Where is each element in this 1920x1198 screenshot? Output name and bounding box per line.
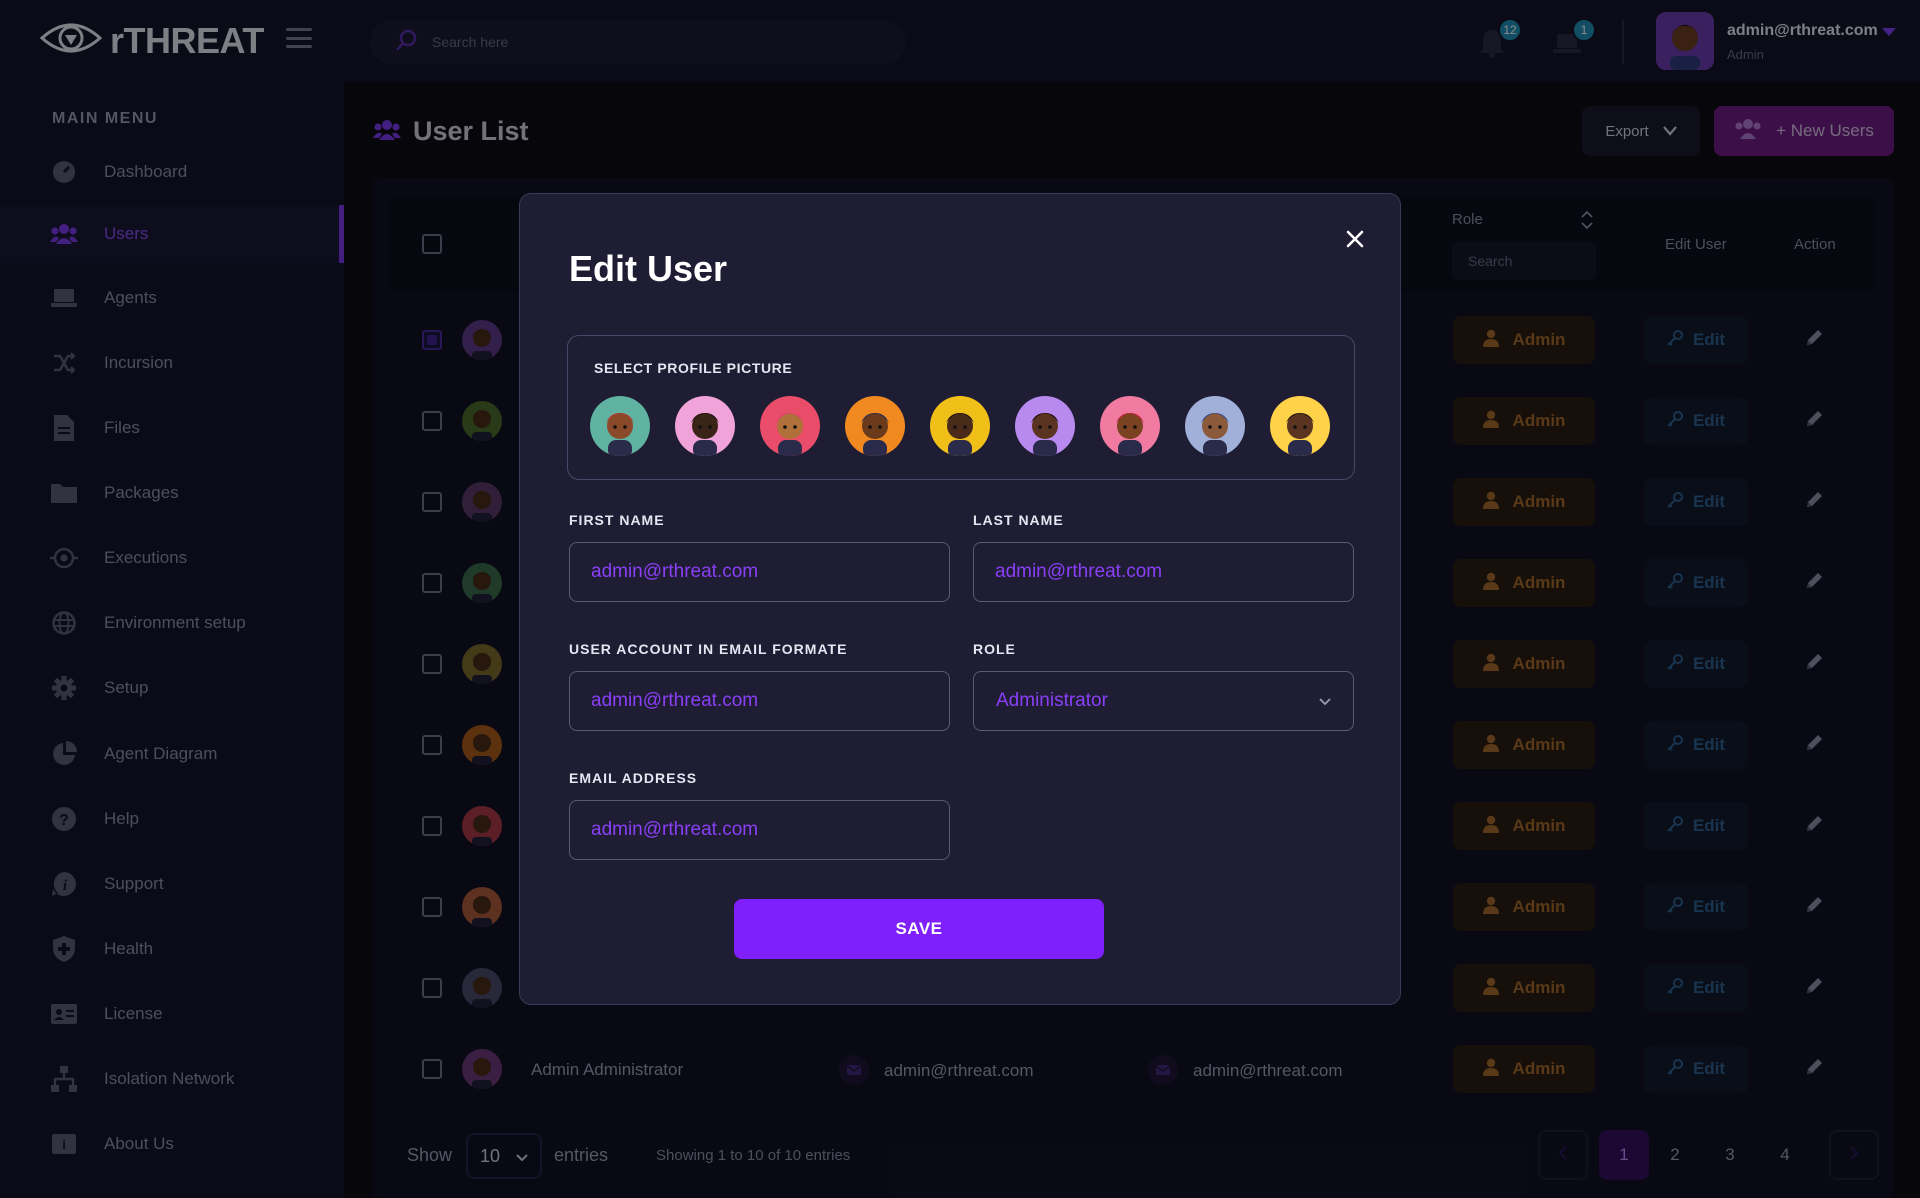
save-button[interactable]: SAVE [734, 899, 1104, 959]
account-label: USER ACCOUNT IN EMAIL FORMATE [569, 641, 848, 657]
last-name-label: LAST NAME [973, 512, 1064, 528]
close-button[interactable] [1340, 226, 1370, 256]
account-email-input[interactable] [569, 671, 950, 731]
profile-avatar-option[interactable] [1015, 396, 1075, 456]
role-select-value: Administrator [996, 690, 1108, 711]
profile-avatar-option[interactable] [590, 396, 650, 456]
avatar-options [590, 396, 1330, 456]
first-name-input[interactable] [569, 542, 950, 602]
close-icon [1346, 230, 1364, 253]
email-address-input[interactable] [569, 800, 950, 860]
first-name-label: FIRST NAME [569, 512, 665, 528]
chevron-down-icon [1319, 690, 1331, 712]
profile-picture-selector: SELECT PROFILE PICTURE [567, 335, 1355, 480]
profile-avatar-option[interactable] [760, 396, 820, 456]
email-address-label: EMAIL ADDRESS [569, 770, 698, 786]
role-select[interactable]: Administrator [973, 671, 1354, 731]
profile-avatar-option[interactable] [930, 396, 990, 456]
profile-avatar-option[interactable] [845, 396, 905, 456]
last-name-input[interactable] [973, 542, 1354, 602]
profile-avatar-option[interactable] [675, 396, 735, 456]
modal-title: Edit User [569, 248, 728, 289]
profile-avatar-option[interactable] [1185, 396, 1245, 456]
profile-avatar-option[interactable] [1270, 396, 1330, 456]
profile-avatar-option[interactable] [1100, 396, 1160, 456]
edit-user-modal: Edit User SELECT PROFILE PICTURE FIRST N… [519, 193, 1401, 1005]
role-label: ROLE [973, 641, 1016, 657]
profile-picture-label: SELECT PROFILE PICTURE [594, 360, 793, 376]
